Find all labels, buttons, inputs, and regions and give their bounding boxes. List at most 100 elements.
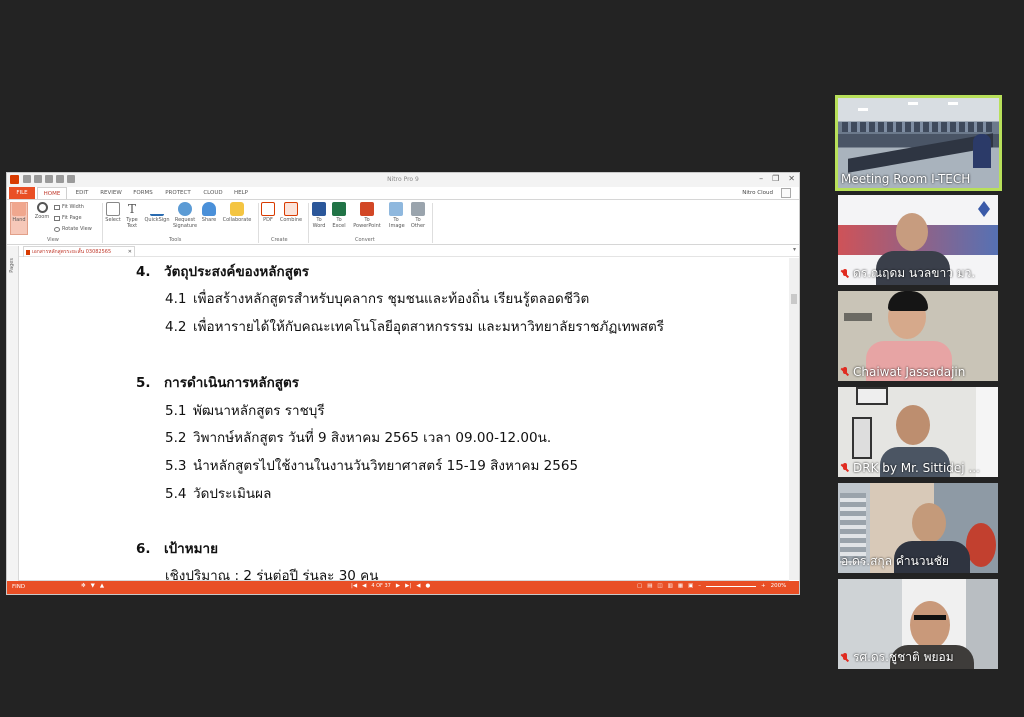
document-tab[interactable]: เอกสารหลักสูตรระยะสั้น 03082565 ✕	[23, 246, 135, 257]
to-excel-button[interactable]: To Excel	[330, 202, 348, 229]
participant-name: Chaiwat Jassadajin	[841, 365, 965, 379]
document-page: 4. วัตถุประสงค์ของหลักสูตร 4.1 เพื่อสร้างห…	[19, 258, 791, 580]
menu-home[interactable]: HOME	[37, 187, 67, 199]
continuous-view-icon[interactable]: ▤	[647, 583, 652, 589]
maximize-icon[interactable]: ❐	[772, 174, 779, 183]
hand-icon	[12, 202, 26, 216]
menu-edit[interactable]: EDIT	[71, 187, 93, 199]
zoom-button[interactable]: Zoom	[32, 202, 52, 220]
down-arrow-icon[interactable]: ▼	[91, 583, 95, 589]
vertical-scrollbar[interactable]	[789, 258, 799, 580]
type-text-button[interactable]: T Type Text	[124, 202, 140, 229]
up-arrow-icon[interactable]: ▲	[100, 583, 104, 589]
zoom-out-icon[interactable]: –	[698, 583, 701, 589]
powerpoint-icon	[360, 202, 374, 216]
quicksign-icon	[150, 202, 164, 216]
first-page-icon[interactable]: |◀	[351, 583, 357, 589]
participant-tile-3[interactable]: Chaiwat Jassadajin	[838, 291, 998, 381]
close-icon[interactable]: ✕	[788, 174, 795, 183]
quicksign-button[interactable]: QuickSign	[143, 202, 171, 223]
grid-view-icon[interactable]: ▦	[678, 583, 683, 589]
page-indicator[interactable]: 4 OF 37	[371, 583, 391, 589]
single-page-view-icon[interactable]: ▢	[637, 583, 642, 589]
participant-tile-4[interactable]: DRK by Mr. Sittidej ...	[838, 387, 998, 477]
combine-button[interactable]: Combine	[278, 202, 304, 223]
zoom-slider[interactable]	[705, 585, 756, 587]
participant-name: DRK by Mr. Sittidej ...	[841, 461, 980, 475]
pdf-icon	[261, 202, 275, 216]
to-image-button[interactable]: To Image	[386, 202, 406, 229]
request-signature-icon	[178, 202, 192, 216]
request-signature-button[interactable]: Request Signature	[172, 202, 198, 229]
facing-continuous-view-icon[interactable]: ▥	[668, 583, 673, 589]
cloud-user-label[interactable]: Nitro Cloud	[742, 187, 773, 199]
to-powerpoint-button[interactable]: To PowerPoint	[350, 202, 384, 229]
participant-tile-6[interactable]: รศ.ดร.ชูชาติ พยอม	[838, 579, 998, 669]
fit-page-button[interactable]: Fit Page	[54, 215, 82, 221]
to-other-button[interactable]: To Other	[407, 202, 429, 229]
zoom-level[interactable]: 200%	[771, 583, 787, 589]
zoom-in-icon[interactable]: +	[761, 583, 766, 589]
settings-icon[interactable]: ✻	[81, 583, 86, 589]
scroll-thumb[interactable]	[791, 294, 797, 304]
pages-panel-strip[interactable]: Pages	[7, 246, 19, 583]
fullscreen-icon[interactable]: ▣	[688, 583, 693, 589]
rotate-view-button[interactable]: Rotate View	[54, 226, 92, 232]
forward-icon[interactable]: ●	[425, 583, 430, 589]
previous-page-icon[interactable]: ◀	[362, 583, 366, 589]
status-tools: ✻ ▼ ▲	[81, 583, 104, 589]
document-tab-bar: เอกสารหลักสูตรระยะสั้น 03082565 ✕ ▾	[19, 246, 799, 257]
participant-tile-2[interactable]: ดร.ณฤดม นวลขาว มว.	[838, 195, 998, 285]
doc-line-quantity: เชิงปริมาณ : 2 รุ่นต่อปี รุ่นละ 30 คน	[165, 568, 379, 580]
status-bar: FIND ✻ ▼ ▲ |◀ ◀ 4 OF 37 ▶ ▶| ◀ ● ▢ ▤ ◫ ▥…	[7, 581, 799, 594]
menu-help[interactable]: HELP	[230, 187, 252, 199]
select-cursor-icon	[106, 202, 120, 216]
doc-item-5-1: 5.1 พัฒนาหลักสูตร ราชบุรี	[165, 403, 325, 419]
group-label-convert: Convert	[355, 237, 375, 243]
doc-heading-5: 5. การดำเนินการหลักสูตร	[136, 375, 300, 391]
select-button[interactable]: Select	[104, 202, 122, 223]
pages-panel-label[interactable]: Pages	[9, 258, 15, 273]
close-tab-icon[interactable]: ✕	[128, 247, 132, 257]
doc-item-5-2: 5.2 วิพากษ์หลักสูตร วันที่ 9 สิงหาคม 2565…	[165, 430, 552, 446]
hand-button[interactable]: Hand	[11, 202, 27, 223]
facing-view-icon[interactable]: ◫	[657, 583, 662, 589]
participant-name: อ.ดร.สกุล คำนวนชัย	[841, 554, 949, 568]
chevron-down-icon[interactable]: ▾	[793, 246, 796, 253]
participant-tile-active[interactable]: Meeting Room I-TECH	[835, 95, 1002, 191]
type-text-icon: T	[127, 202, 136, 216]
excel-icon	[332, 202, 346, 216]
fit-page-icon	[54, 215, 60, 221]
doc-item-5-4: 5.4 วัดประเมินผล	[165, 486, 272, 502]
mic-muted-icon	[841, 652, 849, 663]
menu-cloud[interactable]: CLOUD	[199, 187, 227, 199]
pdf-button[interactable]: PDF	[260, 202, 276, 223]
rotate-icon	[54, 226, 60, 232]
menu-protect[interactable]: PROTECT	[160, 187, 196, 199]
window-controls: – ❐ ✕	[759, 174, 795, 183]
fit-width-button[interactable]: Fit Width	[54, 204, 84, 210]
menu-review[interactable]: REVIEW	[95, 187, 127, 199]
share-cloud-icon	[202, 202, 216, 216]
share-button[interactable]: Share	[200, 202, 218, 223]
find-button[interactable]: FIND	[12, 584, 25, 590]
view-mode-buttons: ▢ ▤ ◫ ▥ ▦ ▣ – + 200%	[637, 583, 786, 589]
menu-forms[interactable]: FORMS	[129, 187, 157, 199]
collaborate-button[interactable]: Collaborate	[220, 202, 254, 223]
menu-file[interactable]: FILE	[9, 187, 35, 199]
to-word-button[interactable]: To Word	[310, 202, 328, 229]
participant-tile-5[interactable]: อ.ดร.สกุล คำนวนชัย	[838, 483, 998, 573]
shared-screen-window: Nitro Pro 9 – ❐ ✕ FILE HOME EDIT REVIEW …	[6, 172, 800, 595]
fit-width-icon	[54, 204, 60, 210]
last-page-icon[interactable]: ▶|	[405, 583, 411, 589]
group-label-create: Create	[271, 237, 288, 243]
other-format-icon	[411, 202, 425, 216]
minimize-icon[interactable]: –	[759, 174, 763, 183]
doc-item-4-1: 4.1 เพื่อสร้างหลักสูตรสำหรับบุคลากร ชุมชน…	[165, 291, 590, 307]
image-icon	[389, 202, 403, 216]
user-avatar[interactable]	[781, 188, 791, 198]
window-title: Nitro Pro 9	[387, 176, 419, 183]
back-icon[interactable]: ◀	[416, 583, 420, 589]
participant-name: Meeting Room I-TECH	[841, 172, 971, 186]
next-page-icon[interactable]: ▶	[396, 583, 400, 589]
